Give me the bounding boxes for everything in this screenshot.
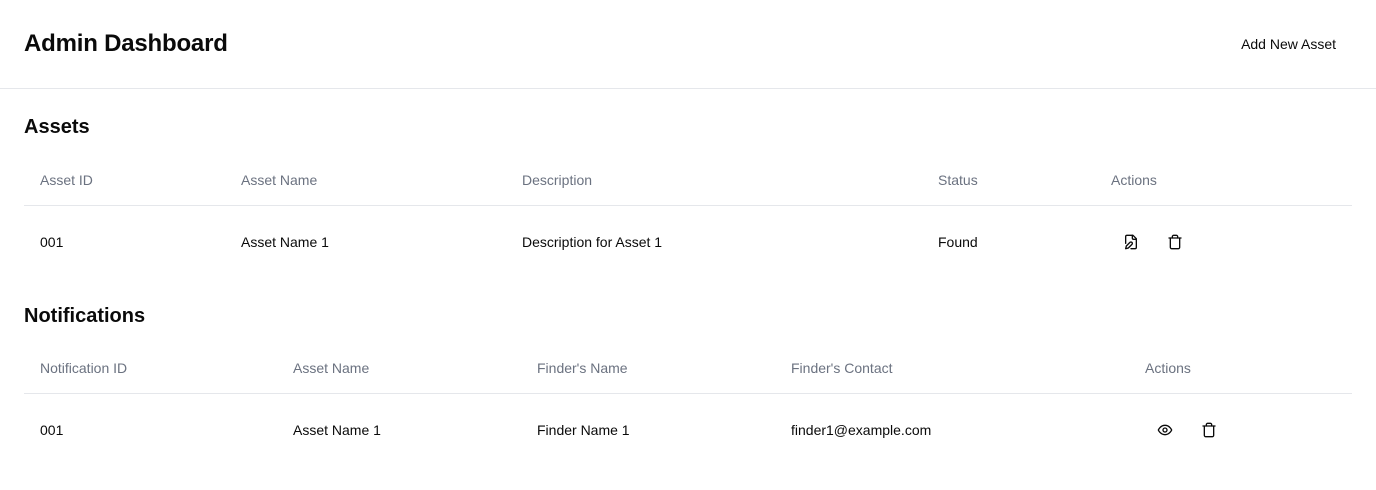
delete-asset-button[interactable] <box>1155 224 1195 260</box>
table-header-row: Asset ID Asset Name Description Status A… <box>24 156 1352 206</box>
column-header-finder-contact: Finder's Contact <box>775 344 1129 394</box>
column-header-status: Status <box>922 156 1095 206</box>
notifications-table: Notification ID Asset Name Finder's Name… <box>24 344 1352 466</box>
column-header-asset-id: Asset ID <box>24 156 225 206</box>
notification-id-cell: 001 <box>40 421 64 438</box>
asset-id-cell: 001 <box>40 233 64 250</box>
add-new-asset-button[interactable]: Add New Asset <box>1225 26 1352 62</box>
column-header-asset-name: Asset Name <box>277 344 521 394</box>
column-header-finder-name: Finder's Name <box>521 344 775 394</box>
assets-section-title: Assets <box>24 116 90 138</box>
assets-table: Asset ID Asset Name Description Status A… <box>24 156 1352 278</box>
notification-actions-cell <box>1129 393 1352 466</box>
asset-status-cell: Found <box>938 233 978 250</box>
column-header-asset-name: Asset Name <box>225 156 506 206</box>
trash-icon <box>1202 422 1216 438</box>
view-notification-button[interactable] <box>1145 412 1185 448</box>
table-header-row: Notification ID Asset Name Finder's Name… <box>24 344 1352 394</box>
eye-icon <box>1157 424 1173 436</box>
edit-icon <box>1125 234 1137 250</box>
asset-name-cell: Asset Name 1 <box>241 233 329 250</box>
asset-actions-cell <box>1095 205 1352 278</box>
finder-name-cell: Finder Name 1 <box>537 421 630 438</box>
column-header-actions: Actions <box>1095 156 1352 206</box>
edit-asset-button[interactable] <box>1111 224 1151 260</box>
asset-description-cell: Description for Asset 1 <box>522 233 663 250</box>
column-header-actions: Actions <box>1129 344 1352 394</box>
table-row: 001 Asset Name 1 Finder Name 1 finder1@e… <box>24 393 1352 466</box>
notifications-section-title: Notifications <box>24 305 146 327</box>
table-row: 001 Asset Name 1 Description for Asset 1… <box>24 205 1352 278</box>
column-header-notification-id: Notification ID <box>24 344 277 394</box>
notification-asset-name-cell: Asset Name 1 <box>293 421 381 438</box>
top-bar: Admin Dashboard Add New Asset <box>0 0 1376 89</box>
trash-icon <box>1168 234 1182 250</box>
finder-contact-cell: finder1@example.com <box>791 421 932 438</box>
page-title: Admin Dashboard <box>24 30 228 57</box>
column-header-description: Description <box>506 156 922 206</box>
delete-notification-button[interactable] <box>1189 412 1229 448</box>
